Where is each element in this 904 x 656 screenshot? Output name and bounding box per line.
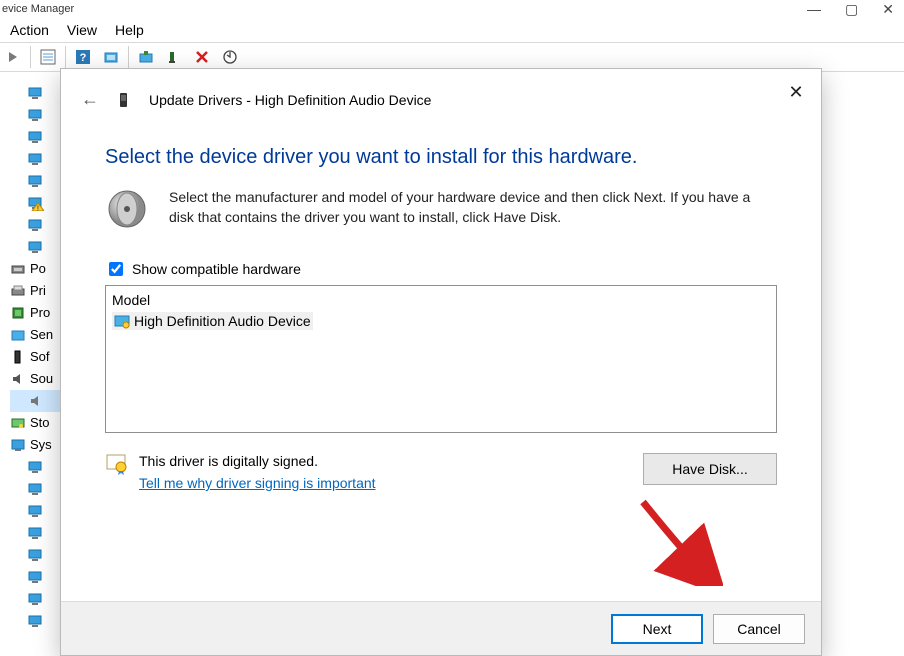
- menu-view[interactable]: View: [67, 22, 97, 38]
- toolbar-scan-icon[interactable]: [98, 45, 124, 69]
- minimize-icon[interactable]: —: [807, 1, 821, 18]
- dialog-close-icon[interactable]: ✕: [781, 77, 811, 107]
- show-compatible-checkbox[interactable]: [109, 262, 123, 276]
- driver-signed-text: This driver is digitally signed.: [139, 453, 376, 469]
- svg-text:?: ?: [80, 52, 87, 64]
- toolbar-help-icon[interactable]: ?: [70, 45, 96, 69]
- toolbar-forward-icon[interactable]: [0, 45, 26, 69]
- annotation-arrow-icon: [631, 494, 723, 586]
- model-column-header: Model: [112, 290, 770, 312]
- menu-bar: Action View Help: [0, 18, 904, 42]
- model-list[interactable]: Model High Definition Audio Device: [105, 285, 777, 433]
- signing-help-link[interactable]: Tell me why driver signing is important: [139, 475, 376, 491]
- close-window-icon[interactable]: ✕: [882, 1, 894, 18]
- have-disk-button[interactable]: Have Disk...: [643, 453, 777, 485]
- menu-action[interactable]: Action: [10, 22, 49, 38]
- toolbar-disable-icon[interactable]: [189, 45, 215, 69]
- cancel-button[interactable]: Cancel: [713, 614, 805, 644]
- next-button[interactable]: Next: [611, 614, 703, 644]
- dialog-instruction: Select the device driver you want to ins…: [105, 146, 777, 169]
- update-driver-dialog: ✕ ← Update Drivers - High Definition Aud…: [60, 68, 822, 656]
- driver-icon: [114, 313, 130, 329]
- svg-text:!: !: [37, 206, 39, 212]
- dialog-header: ← Update Drivers - High Definition Audio…: [61, 69, 821, 116]
- show-compatible-label: Show compatible hardware: [132, 261, 301, 277]
- model-item-label: High Definition Audio Device: [134, 313, 311, 329]
- dialog-footer: Next Cancel: [61, 601, 821, 655]
- toolbar-uninstall-icon[interactable]: [161, 45, 187, 69]
- toolbar-enable-icon[interactable]: [217, 45, 243, 69]
- menu-help[interactable]: Help: [115, 22, 144, 38]
- dialog-description: Select the manufacturer and model of you…: [169, 187, 777, 228]
- back-arrow-icon[interactable]: ←: [81, 89, 99, 110]
- dialog-title: Update Drivers - High Definition Audio D…: [149, 92, 431, 108]
- maximize-icon[interactable]: ▢: [845, 1, 858, 18]
- device-icon: [115, 91, 133, 109]
- toolbar-details-icon[interactable]: [35, 45, 61, 69]
- certificate-icon: [105, 453, 127, 475]
- toolbar-update-driver-icon[interactable]: [133, 45, 159, 69]
- window-title-bar: evice Manager — ▢ ✕: [0, 0, 904, 18]
- hardware-icon: [105, 187, 149, 231]
- window-title: evice Manager: [2, 3, 74, 15]
- model-item[interactable]: High Definition Audio Device: [112, 312, 313, 330]
